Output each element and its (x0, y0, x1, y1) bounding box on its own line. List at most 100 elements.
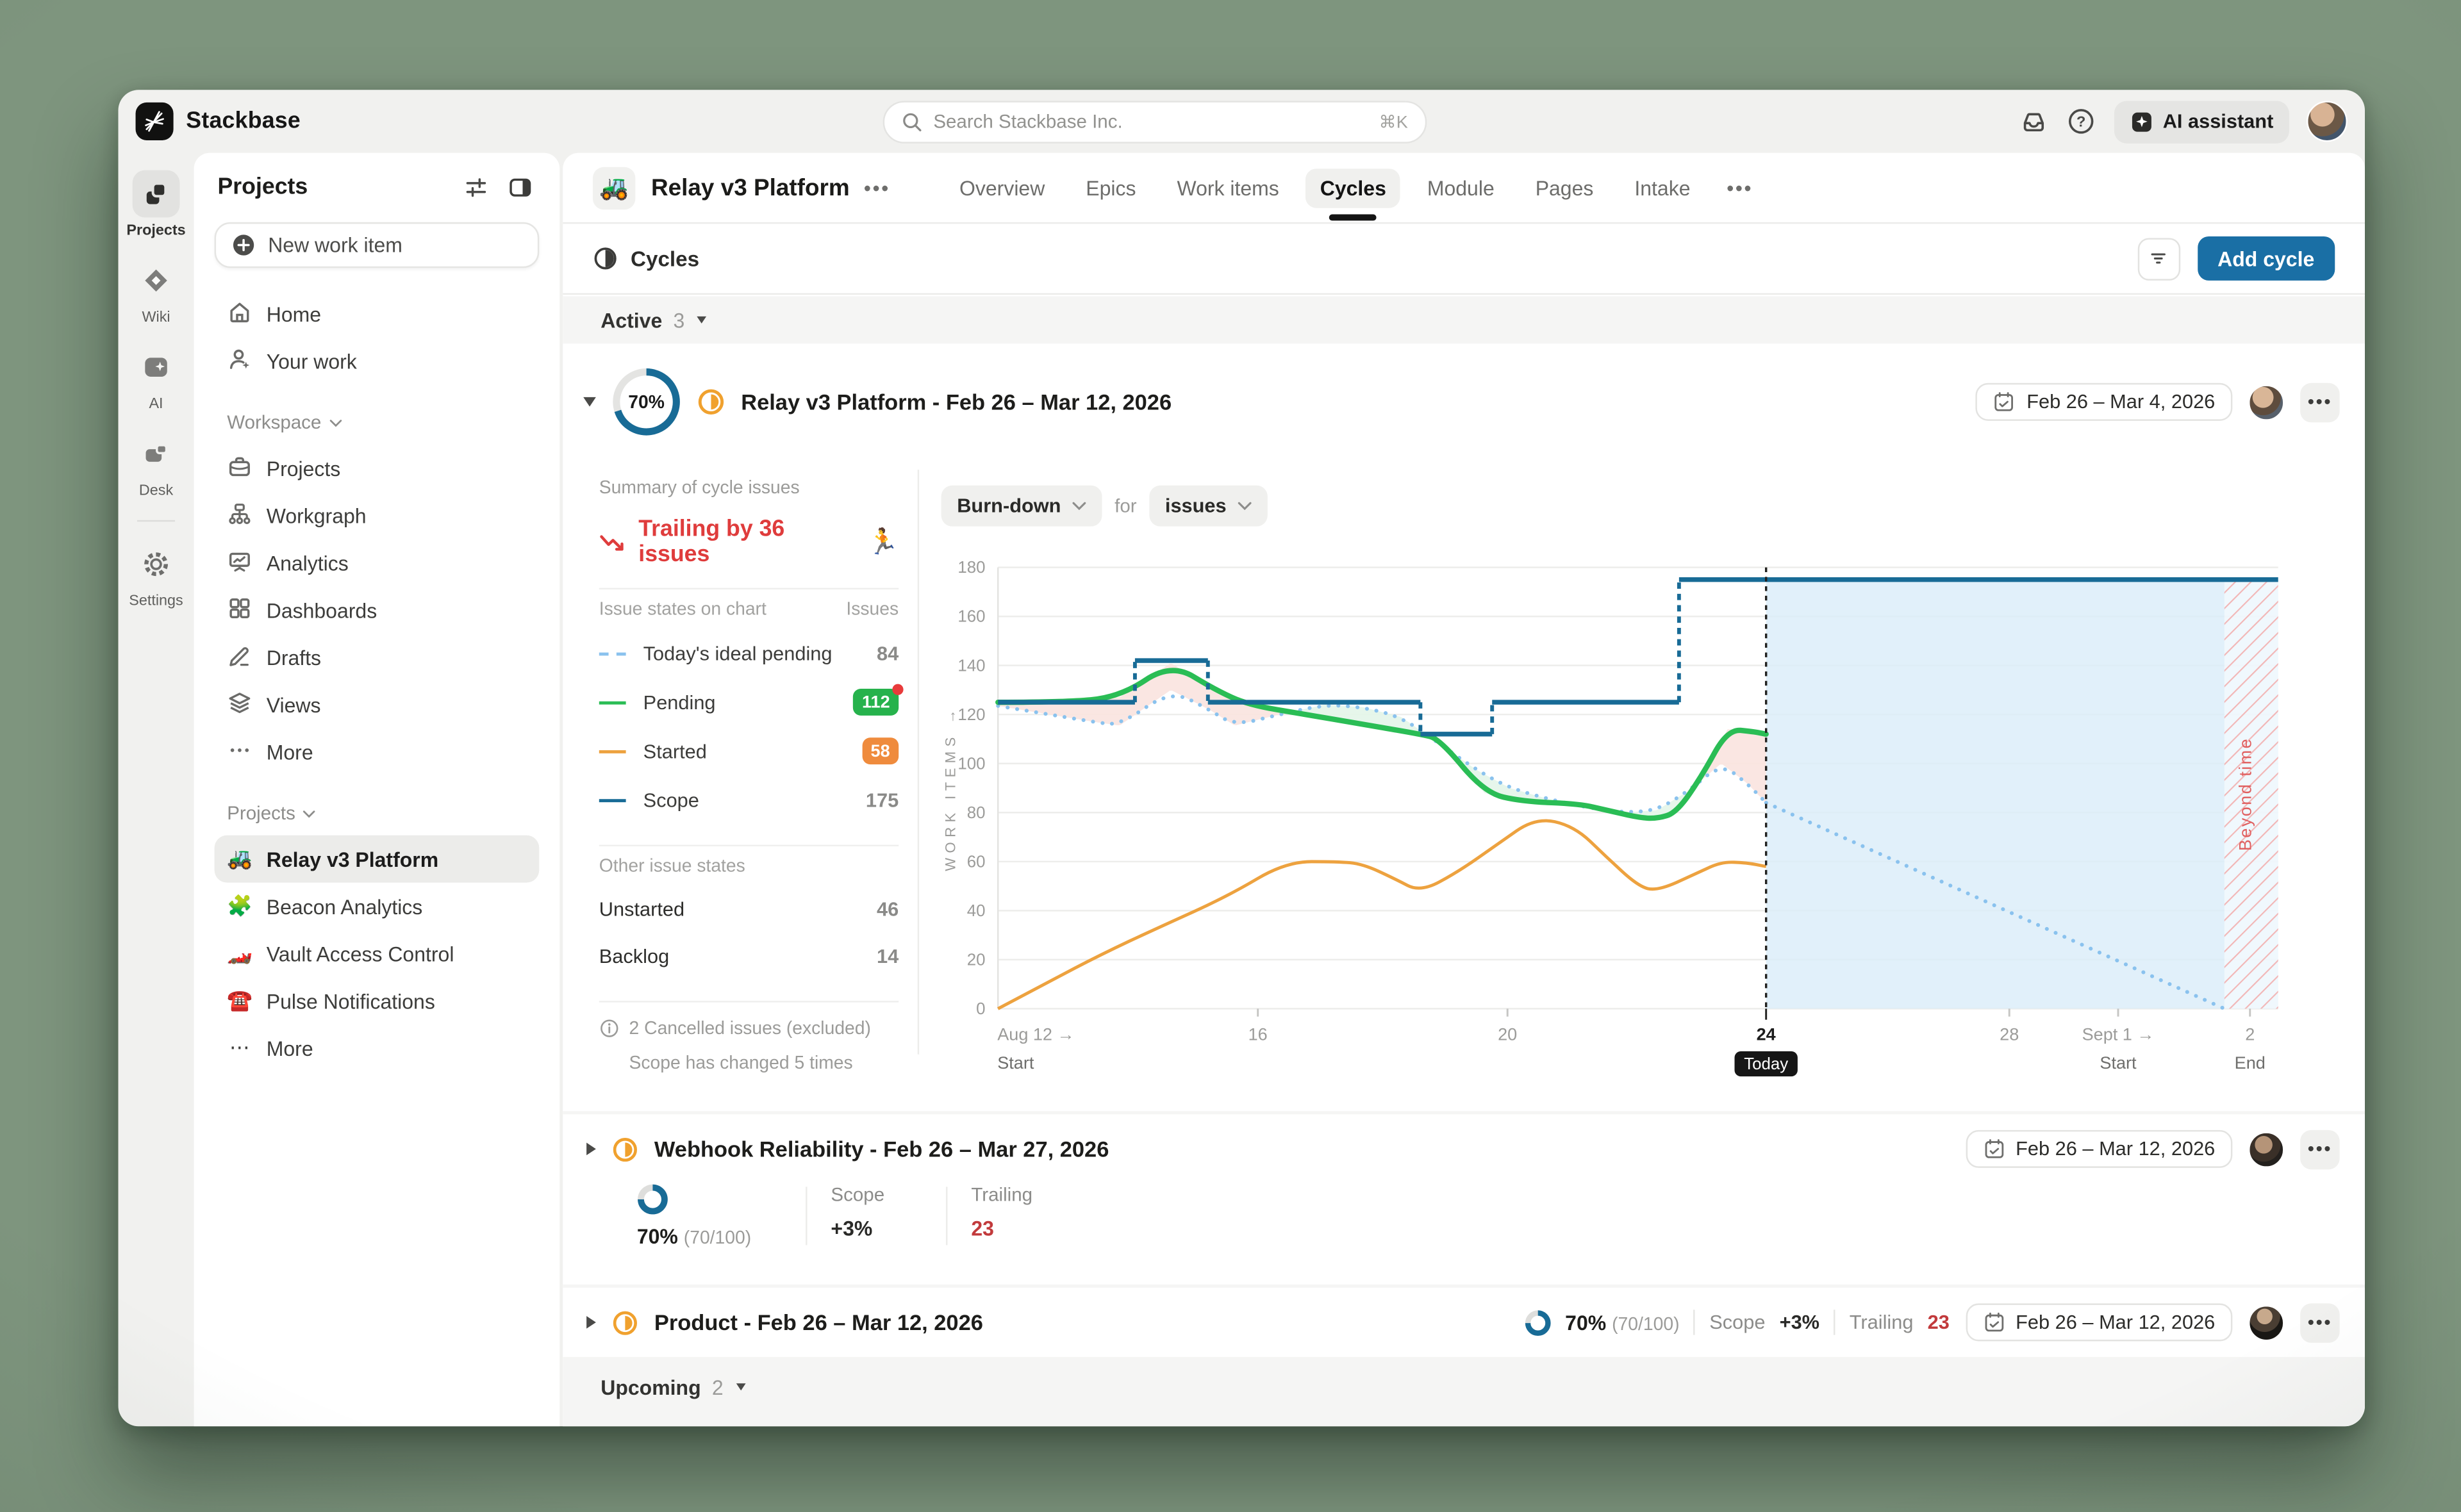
cycle-stats: 70% (70/100) Scope +3% Trailing 23 (563, 1183, 2365, 1263)
sidebar-item-your-work[interactable]: Your work (215, 337, 540, 384)
project-emoji: 🚜 (227, 846, 252, 871)
svg-text:Beyond time: Beyond time (2236, 737, 2255, 851)
sidebar-item-home[interactable]: Home (215, 290, 540, 338)
chart-type-label: Burn-down (957, 495, 1061, 516)
chart-entity-dropdown[interactable]: issues (1149, 486, 1267, 527)
add-cycle-button[interactable]: Add cycle (2197, 236, 2335, 281)
legend-row-started[interactable]: Started58 (599, 727, 899, 775)
expand-caret-icon[interactable] (586, 1316, 596, 1329)
sidebar-item-more[interactable]: More (215, 728, 540, 776)
cycles-title-label: Cycles (631, 247, 699, 270)
rail-item-projects[interactable]: Projects (126, 170, 185, 240)
chart-type-dropdown[interactable]: Burn-down (941, 486, 1102, 527)
sidebar-item-views[interactable]: Views (215, 681, 540, 728)
count-badge: 112 (853, 689, 899, 716)
filter-icon[interactable] (2137, 237, 2180, 279)
sidebar-item-beacon-analytics[interactable]: 🧩Beacon Analytics (215, 883, 540, 930)
cycle-title[interactable]: Webhook Reliability - Feb 26 – Mar 27, 2… (654, 1137, 1109, 1162)
user-avatar[interactable] (2307, 101, 2348, 142)
svg-text:140: 140 (957, 657, 985, 675)
collapse-caret-icon[interactable] (583, 397, 596, 407)
projects-section-header[interactable]: Projects (215, 791, 540, 835)
workspace-section-header[interactable]: Workspace (215, 400, 540, 445)
rail-item-desk[interactable]: Desk (133, 431, 180, 500)
date-range-badge[interactable]: Feb 26 – Mar 12, 2026 (1965, 1130, 2232, 1168)
inbox-icon[interactable] (2019, 106, 2050, 136)
cycle-half-icon (593, 246, 618, 271)
sidebar-item-vault-access-control[interactable]: 🏎️Vault Access Control (215, 930, 540, 977)
project-emoji: 🏎️ (227, 941, 252, 966)
project-menu-icon[interactable]: ••• (864, 176, 890, 199)
search-shortcut: ⌘K (1379, 111, 1408, 131)
tab-work-items[interactable]: Work items (1163, 168, 1293, 208)
panel-toggle-icon[interactable] (504, 172, 536, 203)
topbar-actions: ? AI assistant (2019, 90, 2348, 152)
expand-caret-icon[interactable] (586, 1143, 596, 1156)
legend-row-scope[interactable]: Scope175 (599, 775, 899, 824)
date-range-badge[interactable]: Feb 26 – Mar 12, 2026 (1965, 1303, 2232, 1341)
other-state-row-backlog[interactable]: Backlog14 (599, 933, 899, 980)
cycle-title[interactable]: Relay v3 Platform - Feb 26 – Mar 12, 202… (741, 390, 1172, 415)
footnote-scope-changed: Scope has changed 5 times (629, 1051, 871, 1078)
tab-module[interactable]: Module (1413, 168, 1509, 208)
cycle-card-webhook: Webhook Reliability - Feb 26 – Mar 27, 2… (563, 1114, 2365, 1285)
sidebar-item-drafts[interactable]: Drafts (215, 634, 540, 681)
app-rail: Projects Wiki AI Desk Settings (119, 153, 194, 1427)
svg-text:Sept 1 →: Sept 1 → (2082, 1025, 2155, 1044)
rail-item-ai[interactable]: AI (133, 343, 180, 413)
tab-cycles[interactable]: Cycles (1306, 168, 1400, 208)
more-menu-icon[interactable]: ••• (2300, 1130, 2340, 1169)
active-section-header[interactable]: Active 3 (563, 296, 2365, 343)
sidebar-item-pulse-notifications[interactable]: ☎️Pulse Notifications (215, 977, 540, 1024)
info-icon (599, 1018, 620, 1039)
cycle-row[interactable]: Product - Feb 26 – Mar 12, 2026 70% (70/… (563, 1288, 2365, 1357)
cycles-content: Active 3 70% Relay v3 Platform - (563, 296, 2365, 1426)
legend-row-today-s-ideal-pending[interactable]: Today's ideal pending84 (599, 629, 899, 678)
tab-intake[interactable]: Intake (1620, 168, 1704, 208)
sidebar-item-relay-v3-platform[interactable]: 🚜Relay v3 Platform (215, 835, 540, 883)
assignee-avatar[interactable] (2248, 384, 2285, 420)
sidebar-item-analytics[interactable]: Analytics (215, 539, 540, 586)
legend-row-pending[interactable]: Pending112 (599, 678, 899, 727)
trailing-text: Trailing by 36 issues (638, 517, 854, 568)
sidebar-item-more[interactable]: ⋯More (215, 1024, 540, 1072)
ai-sparkle-icon (2130, 110, 2153, 133)
workspace-switcher[interactable]: Stackbase (136, 103, 327, 140)
caret-down-icon (697, 316, 707, 324)
tab-overview[interactable]: Overview (945, 168, 1059, 208)
other-state-row-unstarted[interactable]: Unstarted46 (599, 886, 899, 933)
assignee-avatar[interactable] (2248, 1131, 2285, 1167)
ai-assistant-button[interactable]: AI assistant (2114, 100, 2289, 142)
svg-text:Today: Today (1744, 1055, 1788, 1073)
search-input[interactable]: Search Stackbase Inc. ⌘K (883, 100, 1427, 142)
tab-epics[interactable]: Epics (1072, 168, 1150, 208)
chevron-down-icon (303, 809, 316, 817)
sidebar-item-dashboards[interactable]: Dashboards (215, 586, 540, 634)
more-menu-icon[interactable]: ••• (2300, 1302, 2340, 1342)
new-work-item-button[interactable]: New work item (215, 222, 540, 268)
cycle-title[interactable]: Product - Feb 26 – Mar 12, 2026 (654, 1310, 983, 1335)
search-placeholder: Search Stackbase Inc. (933, 110, 1368, 132)
sidebar-item-workgraph[interactable]: Workgraph (215, 492, 540, 539)
cycle-detail-panel: Summary of cycle issues Trailing by 36 i… (563, 460, 2365, 1086)
sidebar-item-projects[interactable]: Projects (215, 445, 540, 492)
sliders-icon[interactable] (460, 172, 492, 203)
more-menu-icon[interactable]: ••• (2300, 382, 2340, 422)
scope-value: +3% (1780, 1311, 1819, 1333)
tab-pages[interactable]: Pages (1521, 168, 1608, 208)
cycle-row[interactable]: 70% Relay v3 Platform - Feb 26 – Mar 12,… (563, 343, 2365, 460)
upcoming-section-header[interactable]: Upcoming 2 (563, 1360, 2365, 1414)
rail-item-wiki[interactable]: Wiki (133, 257, 180, 326)
cycle-row[interactable]: Webhook Reliability - Feb 26 – Mar 27, 2… (563, 1114, 2365, 1183)
svg-text:180: 180 (957, 559, 985, 577)
svg-text:70%: 70% (628, 391, 665, 412)
help-icon[interactable]: ? (2067, 106, 2097, 136)
trailing-value: 23 (971, 1217, 1081, 1240)
rail-item-settings[interactable]: Settings (129, 541, 183, 610)
tabs-overflow-icon[interactable]: ••• (1727, 176, 1753, 199)
progress-percent: 70% (637, 1224, 678, 1248)
project-emoji: 🧩 (227, 894, 252, 919)
date-range-badge[interactable]: Feb 26 – Mar 4, 2026 (1976, 383, 2233, 421)
assignee-avatar[interactable] (2248, 1304, 2285, 1341)
svg-text:120: 120 (957, 706, 985, 724)
